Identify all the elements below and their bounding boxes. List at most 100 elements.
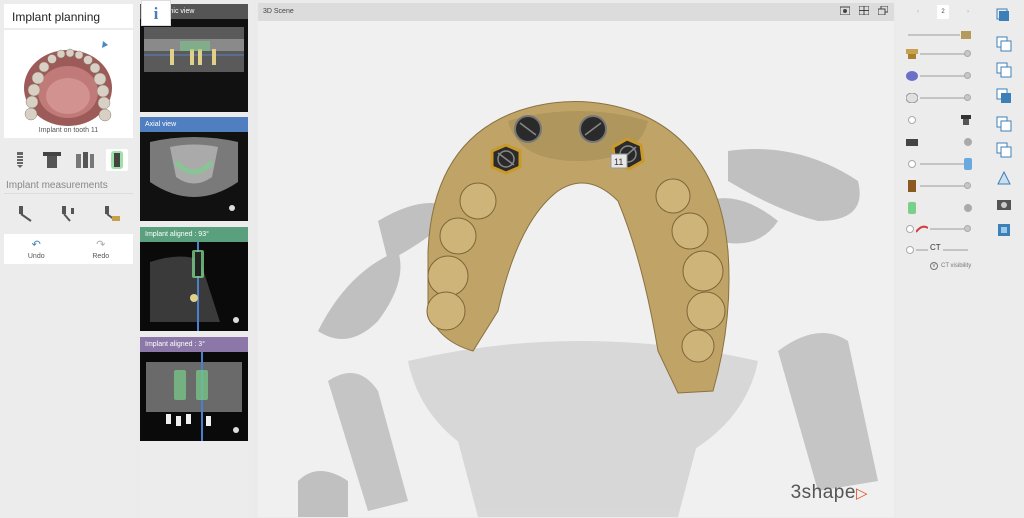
redo-button[interactable]: ↷ Redo: [69, 234, 134, 264]
slider-track: [920, 97, 970, 99]
nerve-path-slider[interactable]: [904, 222, 976, 236]
thumb-implant-aligned-93[interactable]: Implant aligned : 93°: [140, 227, 248, 331]
screenshot-icon[interactable]: [840, 6, 850, 15]
view-copy-icon-3[interactable]: [996, 62, 1012, 78]
undo-redo-bar: ↶ Undo ↷ Redo: [4, 234, 133, 264]
tooth-preview[interactable]: Implant on tooth 11: [4, 30, 133, 138]
redo-label: Redo: [92, 253, 110, 260]
measure-angle-icon[interactable]: [58, 203, 80, 225]
camera-icon[interactable]: [996, 196, 1012, 212]
gingiva-slider[interactable]: [904, 69, 976, 83]
implant-icon[interactable]: [9, 149, 31, 171]
radio-off[interactable]: [906, 225, 914, 233]
tooth-icon: [906, 92, 918, 104]
marker-icon: [102, 41, 108, 48]
section-implant-measurements: Implant measurements: [4, 180, 133, 194]
view-copy-icon-2[interactable]: [996, 36, 1012, 52]
measure-distance-icon[interactable]: [15, 203, 37, 225]
slider-knob[interactable]: [964, 50, 971, 57]
scene-title: 3D Scene: [258, 3, 894, 21]
window-restore-icon[interactable]: [878, 6, 888, 15]
slider-track: [920, 75, 970, 77]
nerve-toggle[interactable]: [904, 201, 976, 215]
undo-button[interactable]: ↶ Undo: [4, 234, 69, 264]
view-thumbnails: Panoramic view Axial view: [139, 0, 249, 518]
export-view-icon[interactable]: [996, 222, 1012, 238]
layout-grid-icon[interactable]: [859, 6, 869, 15]
crown-slider[interactable]: [904, 47, 976, 61]
gingiva-icon: [906, 70, 918, 82]
thumb-header: Implant aligned : 3°: [140, 337, 248, 352]
left-panel: Implant planning Implant on tooth 11 Imp…: [0, 0, 137, 518]
tooth-slider[interactable]: [904, 91, 976, 105]
guide-icon: [906, 136, 918, 148]
brand-arrow-icon: ▷: [855, 485, 868, 502]
thumb-implant-aligned-3[interactable]: Implant aligned : 3°: [140, 337, 248, 441]
ct-slider[interactable]: CT: [904, 243, 976, 257]
radio-on[interactable]: [964, 138, 972, 146]
redo-icon: ↷: [96, 239, 106, 251]
implant-visibility-slider[interactable]: [904, 157, 976, 171]
slider-knob[interactable]: [964, 72, 971, 79]
page-next-icon[interactable]: ›: [967, 9, 969, 15]
nerve-icon: [916, 223, 928, 235]
jaw-scan-icon: [960, 29, 972, 41]
ct-visibility-label: CT visibility: [941, 263, 972, 269]
chevron-down-icon: v: [930, 262, 938, 270]
slider-track: [920, 53, 970, 55]
radio-on[interactable]: [964, 204, 972, 212]
slider-knob[interactable]: [964, 182, 971, 189]
slider-knob[interactable]: [964, 225, 971, 232]
implant-green-icon: [906, 202, 918, 214]
thumb-axial-view[interactable]: Axial view: [140, 117, 248, 221]
implant-blue-icon: [962, 158, 974, 170]
thumb-header: Axial view: [140, 117, 248, 132]
implant-panoramic-section-image: [140, 352, 248, 441]
preview-caption: Implant on tooth 11: [38, 127, 99, 134]
right-panel: ‹ 2 › CT v CT visibility: [896, 0, 1024, 518]
3d-scene-canvas[interactable]: 11: [258, 21, 894, 517]
upper-jaw-preview-image: [24, 41, 112, 126]
view-copy-icon-4[interactable]: [996, 88, 1012, 104]
implant-cross-section-image: [140, 242, 248, 331]
slider-track: [930, 228, 964, 230]
slider-track: [920, 185, 970, 187]
3d-scene-panel: 3D Scene 11 3shape▷: [258, 3, 894, 517]
panoramic-scan-image: [140, 19, 248, 112]
view-copy-icon-5[interactable]: [996, 116, 1012, 132]
implant-tool-row: [4, 148, 133, 172]
undo-icon: ↶: [31, 239, 41, 251]
crown-icon: [906, 48, 918, 60]
abutment-brown-icon: [906, 180, 918, 192]
slider-track: [908, 34, 960, 36]
ct-visibility-toggle[interactable]: v CT visibility: [930, 262, 971, 270]
brand-text: 3shape: [790, 482, 856, 503]
page-selector: ‹ 2 ›: [908, 4, 978, 20]
ct-label: CT: [928, 243, 943, 252]
brand-logo: 3shape▷: [791, 482, 868, 504]
implant-selected-icon[interactable]: [105, 149, 128, 171]
slider-knob[interactable]: [964, 94, 971, 101]
view-copy-icon-6[interactable]: [996, 142, 1012, 158]
abutment-icon[interactable]: [41, 149, 63, 171]
abutment-slider[interactable]: [904, 179, 976, 193]
radio-off[interactable]: [906, 246, 914, 254]
measure-nerve-icon[interactable]: [101, 203, 123, 225]
sleeve-icon: [960, 114, 972, 126]
page-prev-icon[interactable]: ‹: [917, 9, 919, 15]
info-icon[interactable]: i: [141, 0, 171, 26]
axial-scan-image: [140, 132, 248, 221]
model-view-icon[interactable]: [996, 170, 1012, 186]
thumb-header: Implant aligned : 93°: [140, 227, 248, 242]
multi-implant-icon[interactable]: [74, 149, 96, 171]
radio-off[interactable]: [908, 160, 916, 168]
guide-toggle[interactable]: [904, 135, 976, 149]
panel-title: Implant planning: [4, 4, 133, 28]
undo-label: Undo: [27, 253, 45, 260]
view-copy-icon-1[interactable]: [996, 8, 1012, 24]
tooth-number-text: 11: [614, 157, 623, 167]
jaw-scan-slider[interactable]: [904, 28, 976, 42]
sleeve-toggle[interactable]: [904, 113, 976, 127]
page-current[interactable]: 2: [937, 5, 949, 19]
radio-off[interactable]: [908, 116, 916, 124]
